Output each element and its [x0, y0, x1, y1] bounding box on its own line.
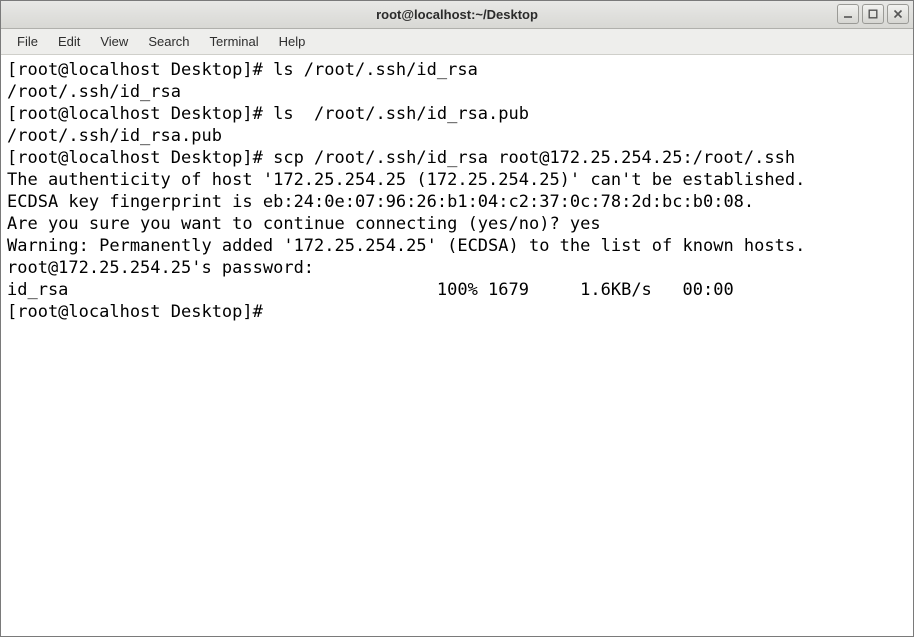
menu-edit[interactable]: Edit — [48, 31, 90, 52]
terminal-line: Warning: Permanently added '172.25.254.2… — [7, 236, 805, 256]
minimize-button[interactable] — [837, 4, 859, 24]
terminal-line: id_rsa 100% 1679 1.6KB/s 00:00 — [7, 280, 775, 300]
menu-terminal[interactable]: Terminal — [200, 31, 269, 52]
menu-search[interactable]: Search — [138, 31, 199, 52]
terminal-line: Are you sure you want to continue connec… — [7, 214, 601, 234]
terminal-line: root@172.25.254.25's password: — [7, 258, 324, 278]
maximize-button[interactable] — [862, 4, 884, 24]
terminal-line: The authenticity of host '172.25.254.25 … — [7, 170, 805, 190]
terminal-line: [root@localhost Desktop]# ls /root/.ssh/… — [7, 60, 478, 80]
terminal-line: [root@localhost Desktop]# scp /root/.ssh… — [7, 148, 795, 168]
terminal-line: /root/.ssh/id_rsa.pub — [7, 126, 222, 146]
window-title: root@localhost:~/Desktop — [376, 7, 538, 22]
menubar: File Edit View Search Terminal Help — [1, 29, 913, 55]
titlebar: root@localhost:~/Desktop — [1, 1, 913, 29]
menu-file[interactable]: File — [7, 31, 48, 52]
terminal-output[interactable]: [root@localhost Desktop]# ls /root/.ssh/… — [1, 55, 913, 636]
window-controls — [837, 4, 909, 24]
terminal-line: ECDSA key fingerprint is eb:24:0e:07:96:… — [7, 192, 754, 212]
close-button[interactable] — [887, 4, 909, 24]
menu-help[interactable]: Help — [269, 31, 316, 52]
terminal-window: root@localhost:~/Desktop File Edit View … — [0, 0, 914, 637]
terminal-line: [root@localhost Desktop]# ls /root/.ssh/… — [7, 104, 529, 124]
menu-view[interactable]: View — [90, 31, 138, 52]
terminal-prompt: [root@localhost Desktop]# — [7, 302, 273, 322]
terminal-line: /root/.ssh/id_rsa — [7, 82, 181, 102]
